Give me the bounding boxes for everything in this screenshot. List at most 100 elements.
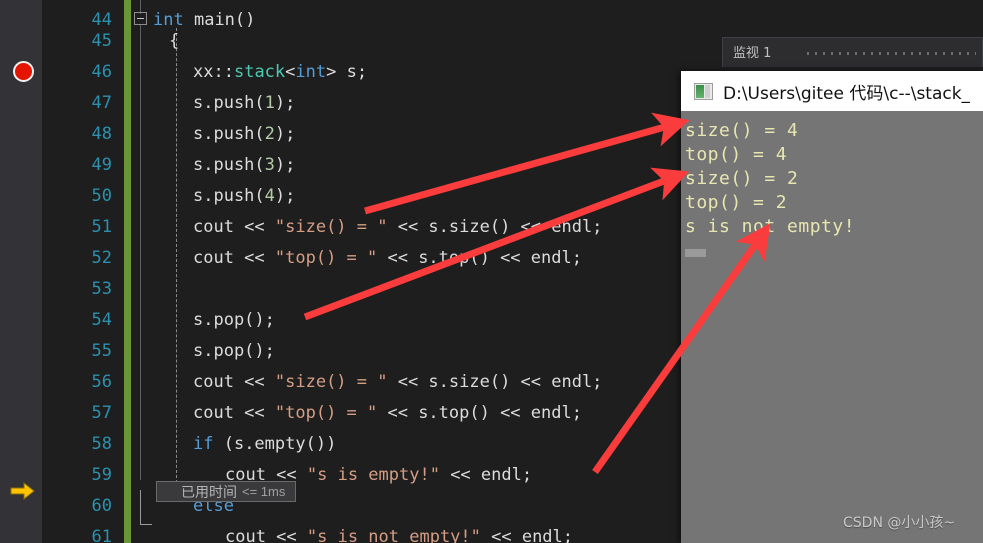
line-number: 55: [91, 341, 112, 361]
code-token: cout <<: [193, 403, 275, 423]
console-output-line: top() = 2: [685, 192, 788, 213]
code-token: << s.top() << endl;: [377, 403, 582, 423]
code-token: s.push(: [193, 93, 265, 113]
code-token: );: [274, 124, 296, 144]
code-token: << endl;: [439, 465, 533, 485]
code-token: "s is empty!": [306, 465, 440, 485]
code-token: "size() = ": [274, 217, 388, 237]
code-token: << endl;: [480, 527, 574, 543]
line-number: 59: [91, 465, 112, 485]
code-token: if: [193, 434, 214, 454]
code-token: );: [274, 93, 296, 113]
code-token: 4: [264, 186, 275, 206]
code-line[interactable]: xx::stack<int> s;: [193, 62, 367, 83]
console-title-text: D:\Users\gitee 代码\c--\stack_: [723, 83, 971, 104]
line-number: 49: [91, 155, 112, 175]
code-token: );: [274, 186, 296, 206]
console-output-line: top() = 4: [685, 144, 788, 165]
line-number: 58: [91, 434, 112, 454]
console-output-line: s is not empty!: [685, 216, 856, 237]
line-number: 60: [91, 496, 112, 516]
code-token: s.push(: [193, 155, 265, 175]
code-line[interactable]: s.push(3);: [193, 155, 295, 176]
line-number-gutter: 4445464748495051525354555657585960616263…: [42, 0, 120, 543]
change-bar: [124, 0, 131, 543]
console-output-area[interactable]: size() = 4 top() = 4 size() = 2 top() = 2 s …: [681, 111, 983, 543]
console-output-line: size() = 4: [685, 120, 799, 141]
line-number: 54: [91, 310, 112, 330]
code-line[interactable]: int main(): [153, 10, 255, 31]
code-token: (): [234, 10, 256, 30]
console-app-icon: [694, 82, 713, 100]
code-token: main: [193, 10, 235, 30]
code-line[interactable]: s.push(1);: [193, 93, 295, 114]
code-line[interactable]: {: [169, 31, 179, 52]
tab-watch-1-label: 监视 1: [733, 46, 772, 61]
code-line[interactable]: s.pop();: [193, 341, 275, 362]
line-number: 57: [91, 403, 112, 423]
code-token: cout <<: [193, 372, 275, 392]
line-number: 61: [91, 527, 112, 543]
code-token: << s.size() << endl;: [387, 217, 603, 237]
line-number: 56: [91, 372, 112, 392]
code-token: stack: [233, 62, 286, 82]
code-token: "size() = ": [274, 372, 388, 392]
tab-watch-1[interactable]: 监视 1: [722, 37, 983, 67]
code-token: > s;: [326, 62, 368, 82]
editor-glyph-margin[interactable]: [0, 0, 42, 543]
code-token: << s.top() << endl;: [377, 248, 582, 268]
code-line[interactable]: s.push(4);: [193, 186, 295, 207]
code-line[interactable]: cout << "s is not empty!" << endl;: [225, 527, 573, 543]
outlining-column[interactable]: [131, 0, 153, 543]
code-token: s.push(: [193, 186, 265, 206]
toolwindow-drag-handle[interactable]: [807, 52, 976, 55]
line-number: 45: [91, 31, 112, 51]
code-token: <: [285, 62, 296, 82]
code-token: (s.empty()): [213, 434, 337, 454]
outline-end-hook: [140, 490, 152, 525]
code-token: 1: [264, 93, 275, 113]
line-number: 50: [91, 186, 112, 206]
code-line[interactable]: cout << "top() = " << s.top() << endl;: [193, 403, 582, 424]
code-token: int: [153, 10, 184, 30]
code-token: {: [169, 31, 180, 51]
code-line[interactable]: s.push(2);: [193, 124, 295, 145]
code-line[interactable]: if (s.empty()): [193, 434, 336, 455]
code-token: << s.size() << endl;: [387, 372, 603, 392]
elapsed-time-label: 已用时间: [181, 484, 237, 501]
breakpoint-icon[interactable]: [13, 61, 34, 82]
code-token: xx: [193, 62, 214, 82]
csdn-watermark: CSDN @小小孩~: [843, 515, 956, 531]
collapse-region-icon[interactable]: [134, 12, 147, 25]
code-token: "top() = ": [274, 403, 378, 423]
console-window[interactable]: D:\Users\gitee 代码\c--\stack_ size() = 4 t…: [681, 71, 983, 543]
line-number: 47: [91, 93, 112, 113]
code-token: cout <<: [193, 248, 275, 268]
line-number: 52: [91, 248, 112, 268]
elapsed-time-value: <= 1ms: [242, 484, 286, 499]
code-line[interactable]: cout << "size() = " << s.size() << endl;: [193, 372, 602, 393]
console-output-line: size() = 2: [685, 168, 799, 189]
line-number: 51: [91, 217, 112, 237]
code-token: "s is not empty!": [306, 527, 481, 543]
code-token: s.push(: [193, 124, 265, 144]
screenshot-root: 4445464748495051525354555657585960616263…: [0, 0, 983, 543]
line-number: 46: [91, 62, 112, 82]
code-line[interactable]: cout << "size() = " << s.size() << endl;: [193, 217, 602, 238]
code-token: );: [274, 155, 296, 175]
console-titlebar[interactable]: D:\Users\gitee 代码\c--\stack_: [681, 71, 983, 111]
code-token: int: [295, 62, 327, 82]
code-token: ::: [213, 62, 234, 82]
code-token: cout <<: [225, 527, 307, 543]
execution-pointer-icon: [10, 481, 35, 501]
code-token: s.pop();: [193, 310, 275, 330]
code-token: s.pop();: [193, 341, 275, 361]
code-token: "top() = ": [274, 248, 378, 268]
line-number: 44: [91, 10, 112, 30]
outline-brace-line: [140, 25, 141, 480]
code-token: 2: [264, 124, 275, 144]
console-cursor: [685, 249, 706, 257]
code-line[interactable]: s.pop();: [193, 310, 275, 331]
code-line[interactable]: cout << "top() = " << s.top() << endl;: [193, 248, 582, 269]
